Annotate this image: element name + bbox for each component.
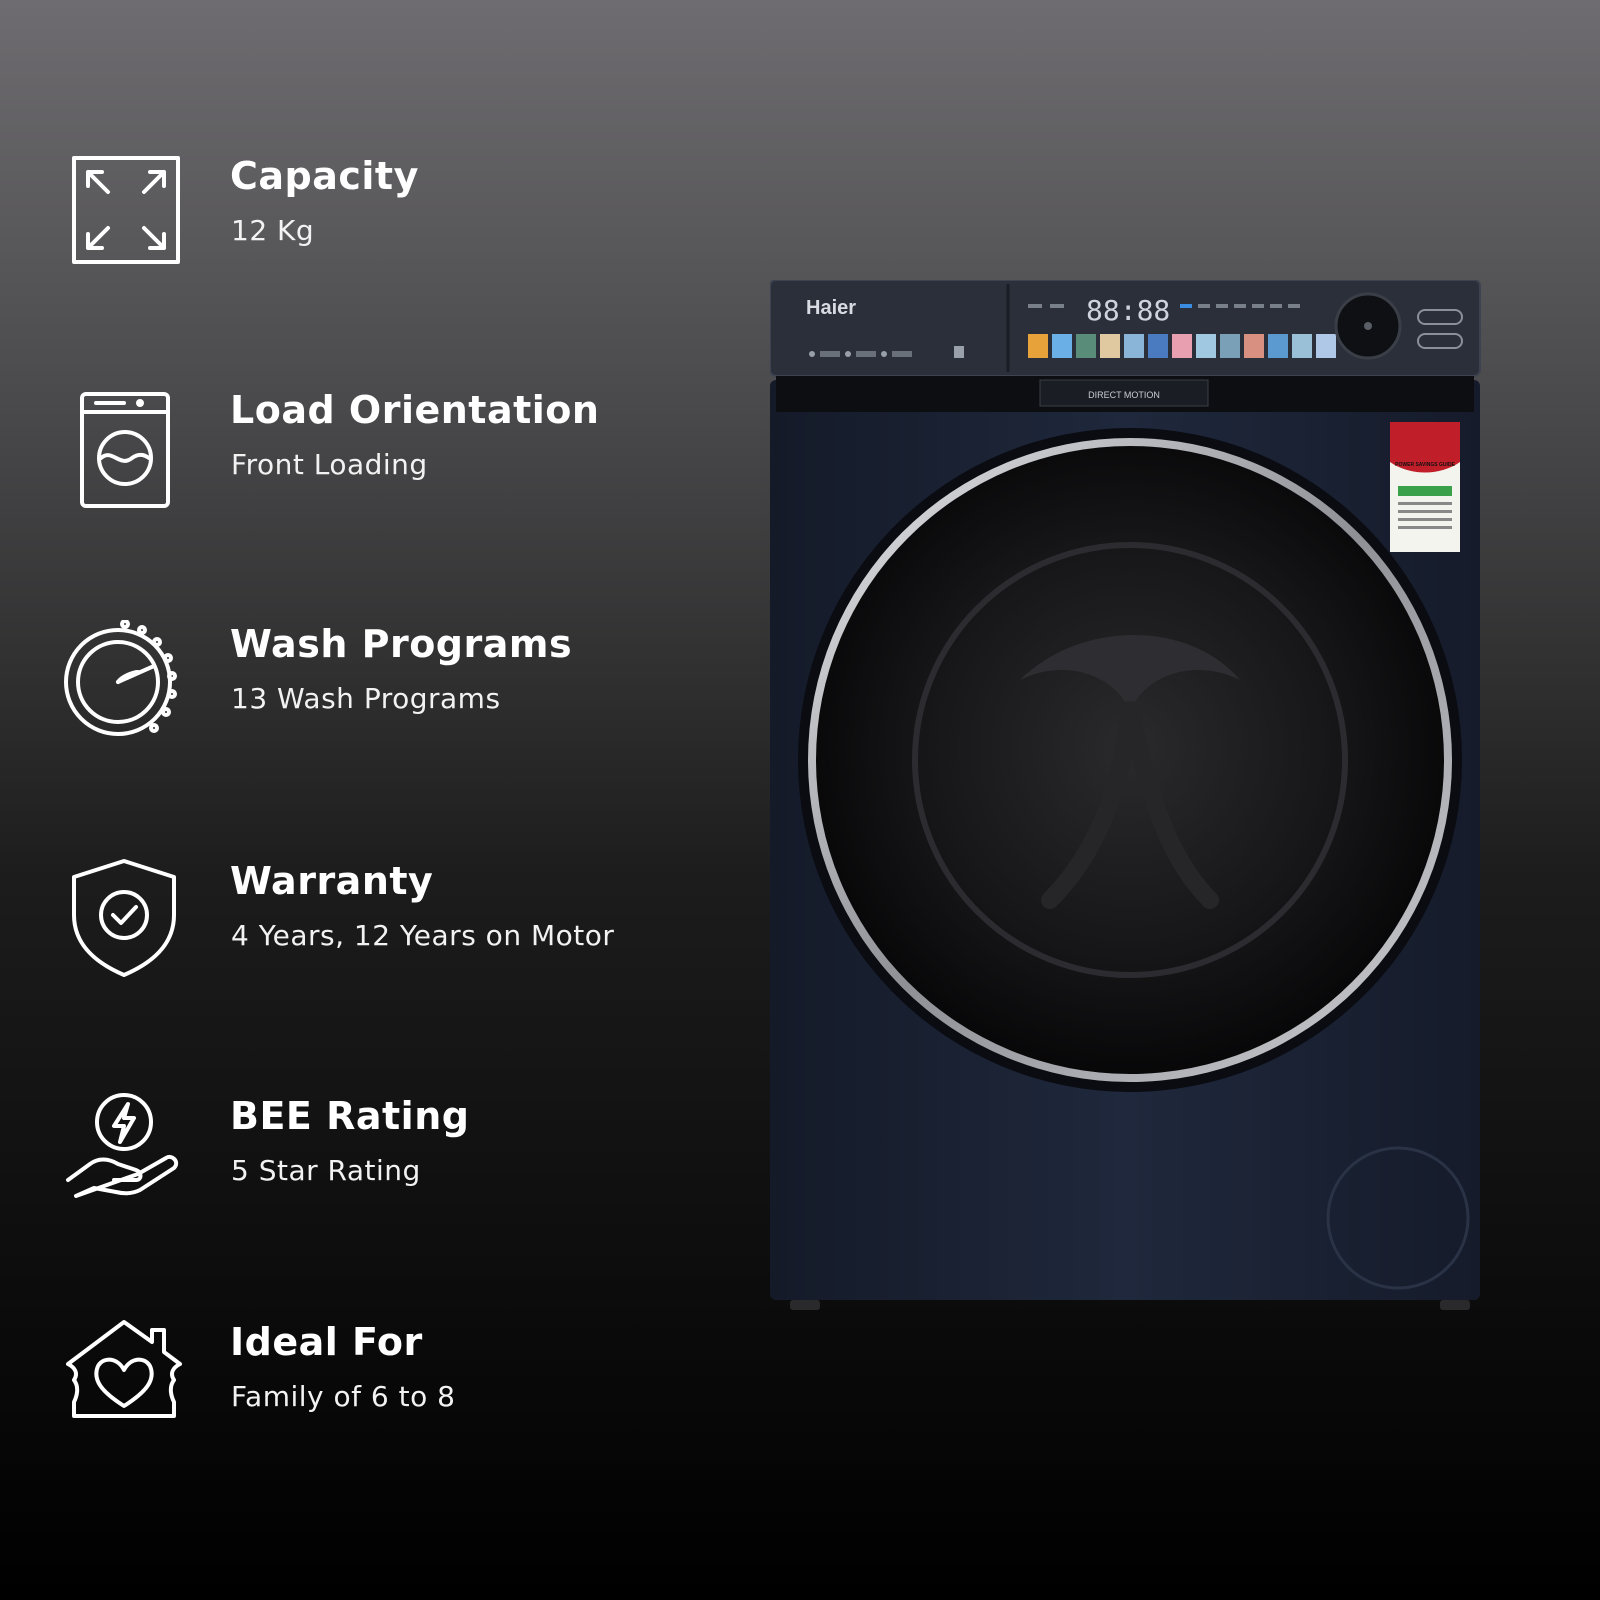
spec-ideal-for: Ideal For Family of 6 to 8 [62, 1318, 682, 1448]
spec-wash-programs: Wash Programs 13 Wash Programs [62, 620, 682, 750]
spec-value: Front Loading [231, 448, 428, 481]
spec-bee-rating: BEE Rating 5 Star Rating [62, 1092, 682, 1222]
product-image-washing-machine: Haier 88:88 DIRECT MOTION POWER SAVINGS … [770, 280, 1510, 1320]
spec-value: 12 Kg [231, 214, 315, 247]
spec-value: 4 Years, 12 Years on Motor [231, 919, 615, 952]
dial-gauge-icon [62, 620, 186, 744]
washing-machine-icon [62, 386, 186, 510]
shield-check-icon [62, 857, 186, 981]
spec-capacity: Capacity 12 Kg [62, 152, 682, 282]
spec-value: 13 Wash Programs [231, 682, 501, 715]
digital-display: 88:88 [1086, 294, 1170, 327]
spec-title: BEE Rating [230, 1094, 470, 1138]
energy-hand-icon [62, 1092, 186, 1216]
brand-logo: Haier [806, 297, 856, 319]
spec-title: Ideal For [230, 1320, 423, 1364]
spec-value: 5 Star Rating [231, 1154, 421, 1187]
expand-arrows-icon [62, 152, 186, 276]
spec-title: Load Orientation [230, 388, 600, 432]
spec-title: Capacity [230, 154, 419, 198]
direct-motion-label: DIRECT MOTION [1088, 390, 1160, 400]
spec-title: Warranty [230, 859, 434, 903]
house-heart-icon [62, 1318, 186, 1442]
spec-load-orientation: Load Orientation Front Loading [62, 386, 682, 516]
spec-value: Family of 6 to 8 [231, 1380, 456, 1413]
spec-warranty: Warranty 4 Years, 12 Years on Motor [62, 857, 682, 987]
spec-title: Wash Programs [230, 622, 573, 666]
energy-label-sticker: POWER SAVINGS GUIDE [1390, 422, 1460, 552]
svg-text:POWER SAVINGS GUIDE: POWER SAVINGS GUIDE [1395, 462, 1455, 468]
